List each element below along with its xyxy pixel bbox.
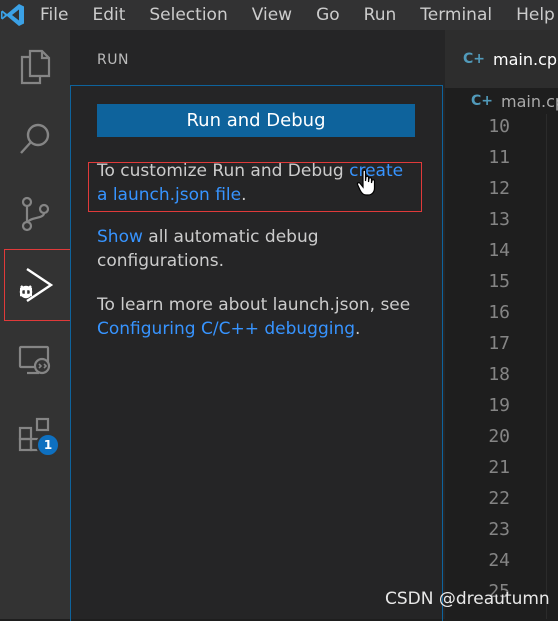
learn-text: To learn more about launch.json, see — [97, 295, 411, 315]
line-number: 13 — [488, 209, 510, 230]
run-and-debug-button[interactable]: Run and Debug — [97, 104, 415, 137]
vscode-logo-icon — [0, 0, 26, 30]
line-number: 17 — [488, 333, 510, 354]
line-number: 12 — [488, 178, 510, 199]
source-control-icon[interactable] — [0, 183, 70, 245]
configuring-cpp-debugging-link[interactable]: Configuring C/C++ debugging — [97, 319, 355, 339]
learn-end: . — [355, 319, 361, 339]
cpp-file-icon: C+ — [471, 93, 494, 109]
line-number: 20 — [488, 426, 510, 447]
menu-file[interactable]: File — [26, 0, 80, 30]
menu-help[interactable]: Help — [504, 0, 558, 30]
line-number: 16 — [488, 302, 510, 323]
tab-main-cpp[interactable]: C+ main.cpp — [445, 30, 558, 88]
menu-go[interactable]: Go — [304, 0, 352, 30]
explorer-icon[interactable] — [0, 36, 70, 98]
tab-label: main.cpp — [493, 49, 558, 69]
watermark: CSDN @dreautumn — [385, 589, 550, 609]
minimap — [546, 114, 558, 619]
extensions-icon[interactable] — [0, 403, 70, 465]
line-number: 21 — [488, 457, 510, 478]
extensions-badge: 1 — [36, 433, 60, 457]
menu-terminal[interactable]: Terminal — [408, 0, 504, 30]
sidebar-title: RUN — [97, 52, 129, 68]
menu-edit[interactable]: Edit — [80, 0, 137, 30]
line-number: 22 — [488, 488, 510, 509]
show-paragraph: Show all automatic debug configurations. — [97, 225, 417, 273]
menu-run[interactable]: Run — [352, 0, 409, 30]
run-debug-highlight — [4, 249, 76, 321]
menu-selection[interactable]: Selection — [137, 0, 239, 30]
activity-bar: 1 — [0, 30, 76, 619]
menu-bar: File Edit Selection View Go Run Terminal… — [0, 0, 558, 30]
line-number: 14 — [488, 240, 510, 261]
line-number: 18 — [488, 364, 510, 385]
line-number: 19 — [488, 395, 510, 416]
line-number: 10 — [488, 116, 510, 137]
search-icon[interactable] — [0, 108, 70, 170]
cpp-file-icon: C+ — [463, 51, 486, 67]
breadcrumb[interactable]: C+ main.cpp — [445, 88, 558, 114]
line-number: 15 — [488, 271, 510, 292]
show-configurations-link[interactable]: Show — [97, 227, 143, 247]
line-number: 11 — [488, 147, 510, 168]
learn-paragraph: To learn more about launch.json, see Con… — [97, 293, 417, 341]
remote-explorer-icon[interactable] — [0, 330, 70, 392]
hand-cursor-icon — [356, 169, 378, 201]
run-sidebar: RUN Run and Debug To customize Run and D… — [70, 30, 445, 621]
line-number: 24 — [488, 550, 510, 571]
breadcrumb-label: main.cpp — [501, 91, 558, 111]
menu-view[interactable]: View — [240, 0, 304, 30]
editor-area: C+ main.cpp C+ main.cpp 10 11 12 13 14 1… — [445, 30, 558, 619]
line-number: 23 — [488, 519, 510, 540]
